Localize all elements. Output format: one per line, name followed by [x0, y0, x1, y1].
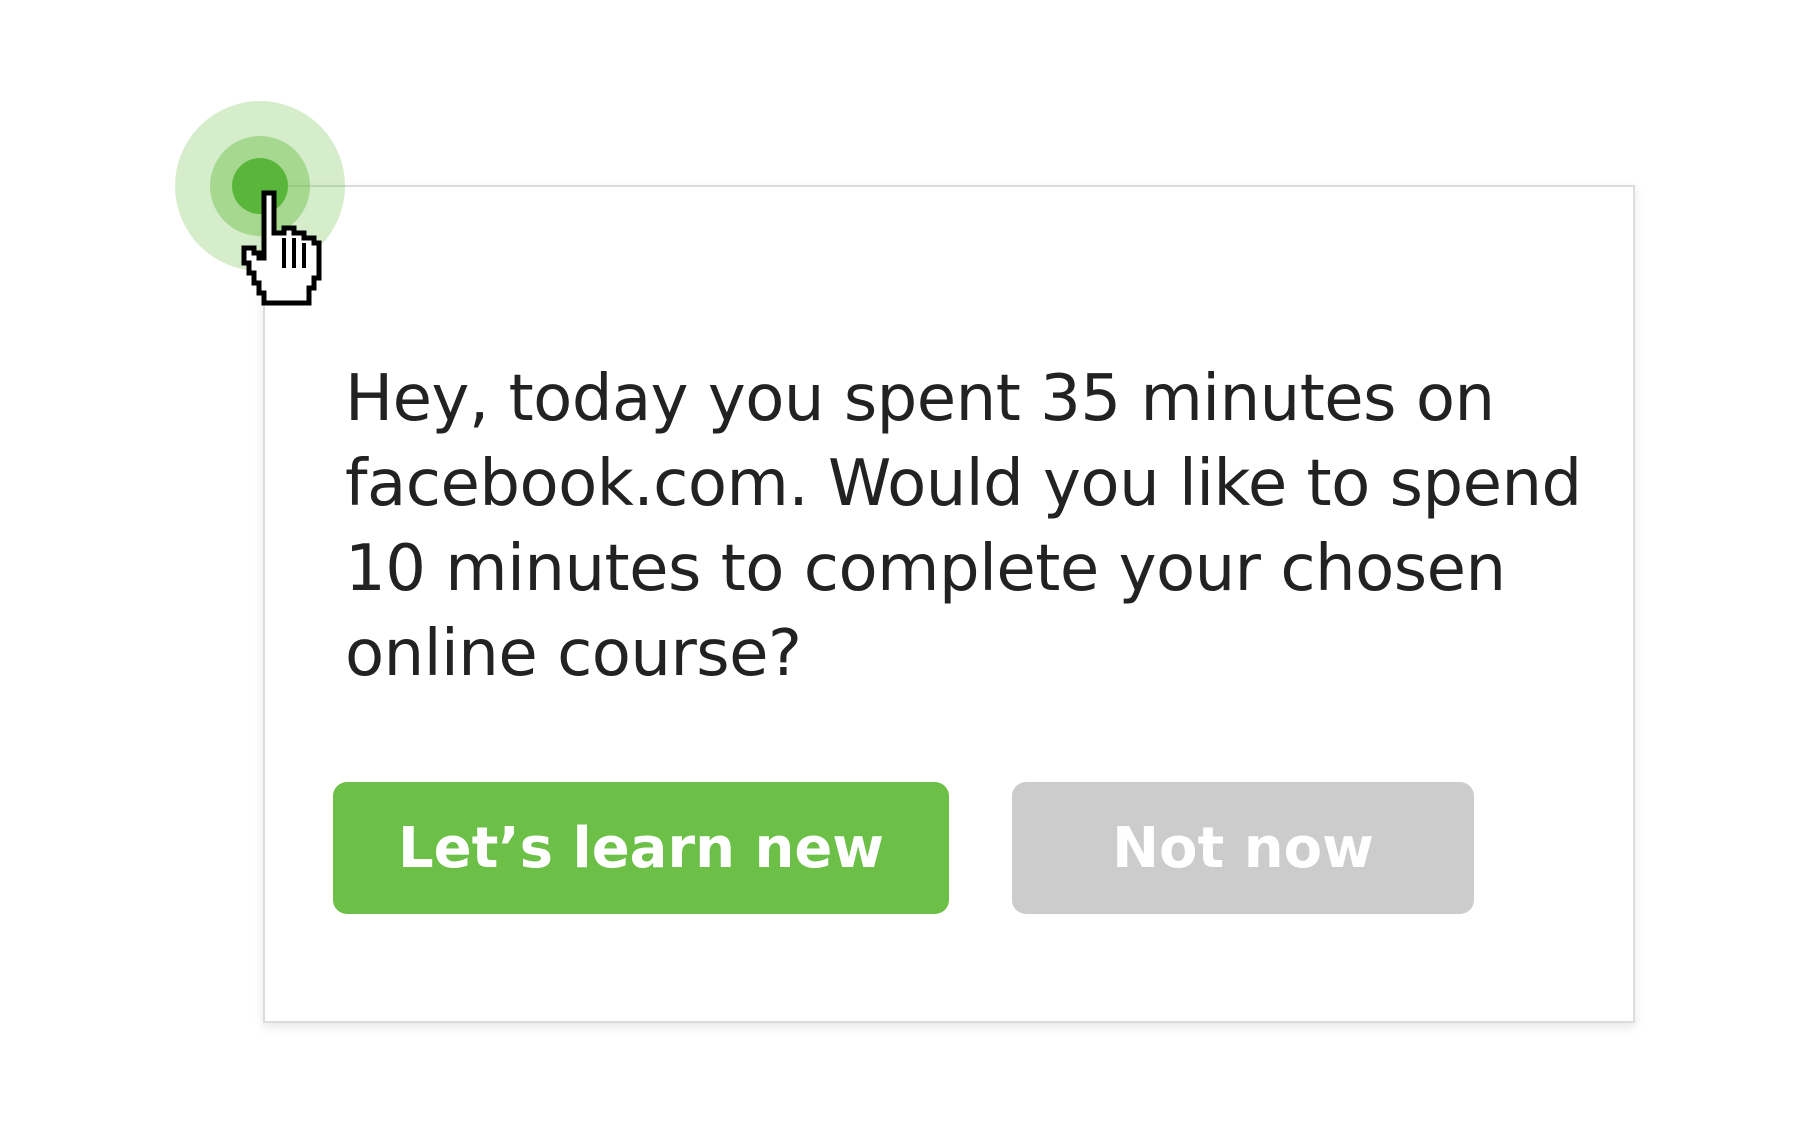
lets-learn-new-button[interactable]: Let’s learn new — [333, 782, 949, 914]
hand-pointer-icon — [241, 190, 322, 306]
notification-popup: Hey, today you spent 35 minutes on faceb… — [263, 185, 1635, 1023]
not-now-button[interactable]: Not now — [1012, 782, 1474, 914]
stage: Hey, today you spent 35 minutes on faceb… — [0, 0, 1814, 1134]
popup-message: Hey, today you spent 35 minutes on faceb… — [345, 362, 1582, 691]
